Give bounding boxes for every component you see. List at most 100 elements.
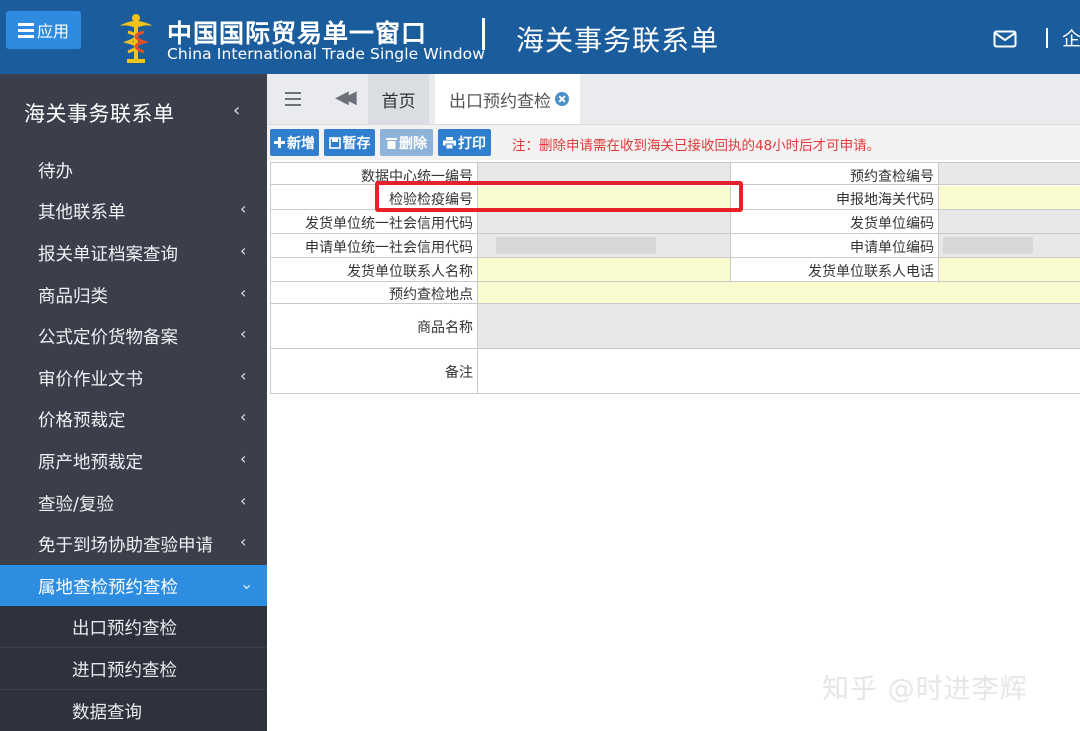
goods-name-field[interactable] [478, 304, 1080, 348]
sidebar-item-local-inspection[interactable]: 属地查检预约查检 ⌄ [0, 565, 267, 606]
watermark: 知乎 @时进李辉 [822, 674, 1028, 705]
chevron-left-icon: ‹ [240, 199, 247, 218]
applicant-credit-code-field[interactable] [478, 234, 730, 257]
sidebar-item-inspection[interactable]: 查验/复验 ‹ [0, 482, 267, 523]
remarks-input[interactable] [478, 349, 1080, 393]
redacted-value [496, 237, 656, 254]
shipper-contact-input[interactable] [478, 258, 730, 281]
form-left-border [270, 162, 271, 394]
customs-code-input[interactable] [939, 186, 1080, 209]
chevron-left-icon: ‹ [240, 324, 247, 343]
shipper-phone-input[interactable] [939, 258, 1080, 281]
chevron-left-icon: ‹ [240, 532, 247, 551]
redacted-value [943, 237, 1033, 254]
plus-icon [274, 137, 285, 148]
sidebar: 海关事务联系单 ‹ 待办 其他联系单 ‹ 报关单证档案查询 ‹ 商品归类 ‹ 公… [0, 74, 267, 731]
enterprise-menu[interactable]: 企 [1062, 24, 1080, 51]
sidebar-item-other-forms[interactable]: 其他联系单 ‹ [0, 190, 267, 231]
delete-notice: 注：删除申请需在收到海关已接收回执的48小时后才可申请。 [512, 138, 881, 154]
sidebar-item-label: 属地查检预约查检 [38, 578, 178, 598]
save-draft-button[interactable]: 暂存 [324, 129, 375, 156]
shipper-code-label: 发货单位编码 [850, 216, 934, 232]
brand-title-en: China International Trade Single Window [167, 45, 486, 63]
applicant-code-label: 申请单位编码 [850, 240, 934, 256]
printer-icon [443, 136, 456, 149]
chevron-left-icon: ‹ [240, 366, 247, 385]
shipper-credit-code-field[interactable] [478, 210, 730, 233]
close-icon[interactable] [555, 92, 569, 106]
shipper-contact-label: 发货单位联系人名称 [347, 264, 473, 280]
top-header: 应用 中国国际贸易单一窗口 China International Trade … [0, 0, 1080, 74]
page-heading: 海关事务联系单 [516, 24, 720, 57]
header-divider-right [1046, 28, 1048, 48]
sidebar-item-origin-ruling[interactable]: 原产地预裁定 ‹ [0, 440, 267, 481]
sidebar-subitem-label: 出口预约查检 [72, 619, 177, 639]
trash-icon [386, 137, 397, 149]
customs-code-label: 申报地海关代码 [836, 192, 934, 208]
header-divider [482, 18, 485, 50]
new-button[interactable]: 新增 [270, 129, 319, 156]
mail-icon[interactable] [993, 30, 1017, 48]
shipper-credit-code-label: 发货单位统一社会信用代码 [305, 216, 473, 232]
new-button-label: 新增 [287, 135, 315, 152]
sidebar-item-formula-pricing[interactable]: 公式定价货物备案 ‹ [0, 315, 267, 356]
sidebar-subitem-data-query[interactable]: 数据查询 [0, 690, 267, 731]
shipper-phone-label: 发货单位联系人电话 [808, 264, 934, 280]
sidebar-item-label: 其他联系单 [38, 203, 126, 223]
chevron-left-icon: ‹ [240, 241, 247, 260]
sidebar-item-label: 价格预裁定 [38, 411, 126, 431]
shipper-code-field[interactable] [939, 210, 1080, 233]
print-button[interactable]: 打印 [438, 129, 491, 156]
chevron-left-icon: ‹ [240, 407, 247, 426]
inspection-place-input[interactable] [478, 282, 1080, 303]
toggle-sidebar-icon[interactable] [285, 88, 301, 110]
reservation-no-label: 预约查检编号 [850, 169, 934, 185]
print-button-label: 打印 [458, 135, 486, 152]
tab-bar: ◀◀ 首页 出口预约查检 [267, 74, 1080, 124]
tab-label: 出口预约查检 [449, 91, 551, 112]
sidebar-item-label: 报关单证档案查询 [38, 245, 178, 265]
save-icon [328, 136, 341, 149]
sidebar-subitem-import-reservation[interactable]: 进口预约查检 [0, 648, 267, 689]
applicant-code-field[interactable] [939, 234, 1080, 257]
sidebar-item-classification[interactable]: 商品归类 ‹ [0, 274, 267, 315]
form-row: 发货单位统一社会信用代码 发货单位编码 [270, 210, 1080, 234]
sidebar-item-label: 商品归类 [38, 287, 108, 307]
chevron-left-icon: ‹ [240, 449, 247, 468]
sidebar-item-label: 审价作业文书 [38, 370, 143, 390]
sidebar-subitem-label: 进口预约查检 [72, 661, 177, 681]
customs-logo-icon [119, 14, 153, 63]
form-row: 备注 [270, 349, 1080, 394]
inspection-no-highlight [375, 181, 743, 212]
sidebar-item-exempt-inspection[interactable]: 免于到场协助查验申请 ‹ [0, 523, 267, 564]
applicant-credit-code-label: 申请单位统一社会信用代码 [305, 240, 473, 256]
action-toolbar: 新增 暂存 删除 打印 注：删除申请需在收到海关已接收回执的48小时后才可申请。 [267, 124, 1080, 160]
reservation-no-field[interactable] [939, 163, 1080, 184]
sidebar-item-price-ruling[interactable]: 价格预裁定 ‹ [0, 398, 267, 439]
sidebar-item-label: 免于到场协助查验申请 [38, 536, 213, 556]
goods-name-label: 商品名称 [417, 320, 473, 336]
tab-home[interactable]: 首页 [368, 74, 429, 124]
sidebar-subitem-export-reservation[interactable]: 出口预约查检 [0, 606, 267, 647]
hamburger-icon [17, 20, 34, 41]
form-row: 发货单位联系人名称 发货单位联系人电话 [270, 258, 1080, 282]
form-row: 商品名称 [270, 304, 1080, 349]
delete-button[interactable]: 删除 [380, 129, 433, 156]
sidebar-item-label: 待办 [38, 162, 73, 182]
sidebar-collapse-icon[interactable]: ‹ [233, 100, 240, 121]
sidebar-item-archive-query[interactable]: 报关单证档案查询 ‹ [0, 232, 267, 273]
tab-export-reservation[interactable]: 出口预约查检 [435, 74, 580, 124]
delete-button-label: 删除 [399, 135, 427, 152]
chevron-left-icon: ‹ [240, 283, 247, 302]
double-chevron-left-icon[interactable]: ◀◀ [335, 87, 357, 108]
form-row: 预约查检地点 [270, 282, 1080, 304]
sidebar-item-label: 原产地预裁定 [38, 453, 143, 473]
app-menu-button[interactable]: 应用 [6, 11, 81, 49]
sidebar-item-label: 公式定价货物备案 [38, 328, 178, 348]
sidebar-item-pricing-docs[interactable]: 审价作业文书 ‹ [0, 357, 267, 398]
sidebar-item-todo[interactable]: 待办 [0, 149, 267, 190]
inspection-place-label: 预约查检地点 [389, 287, 473, 303]
sidebar-subitem-label: 数据查询 [72, 703, 142, 723]
form-row: 申请单位统一社会信用代码 申请单位编码 [270, 234, 1080, 258]
chevron-left-icon: ‹ [240, 491, 247, 510]
